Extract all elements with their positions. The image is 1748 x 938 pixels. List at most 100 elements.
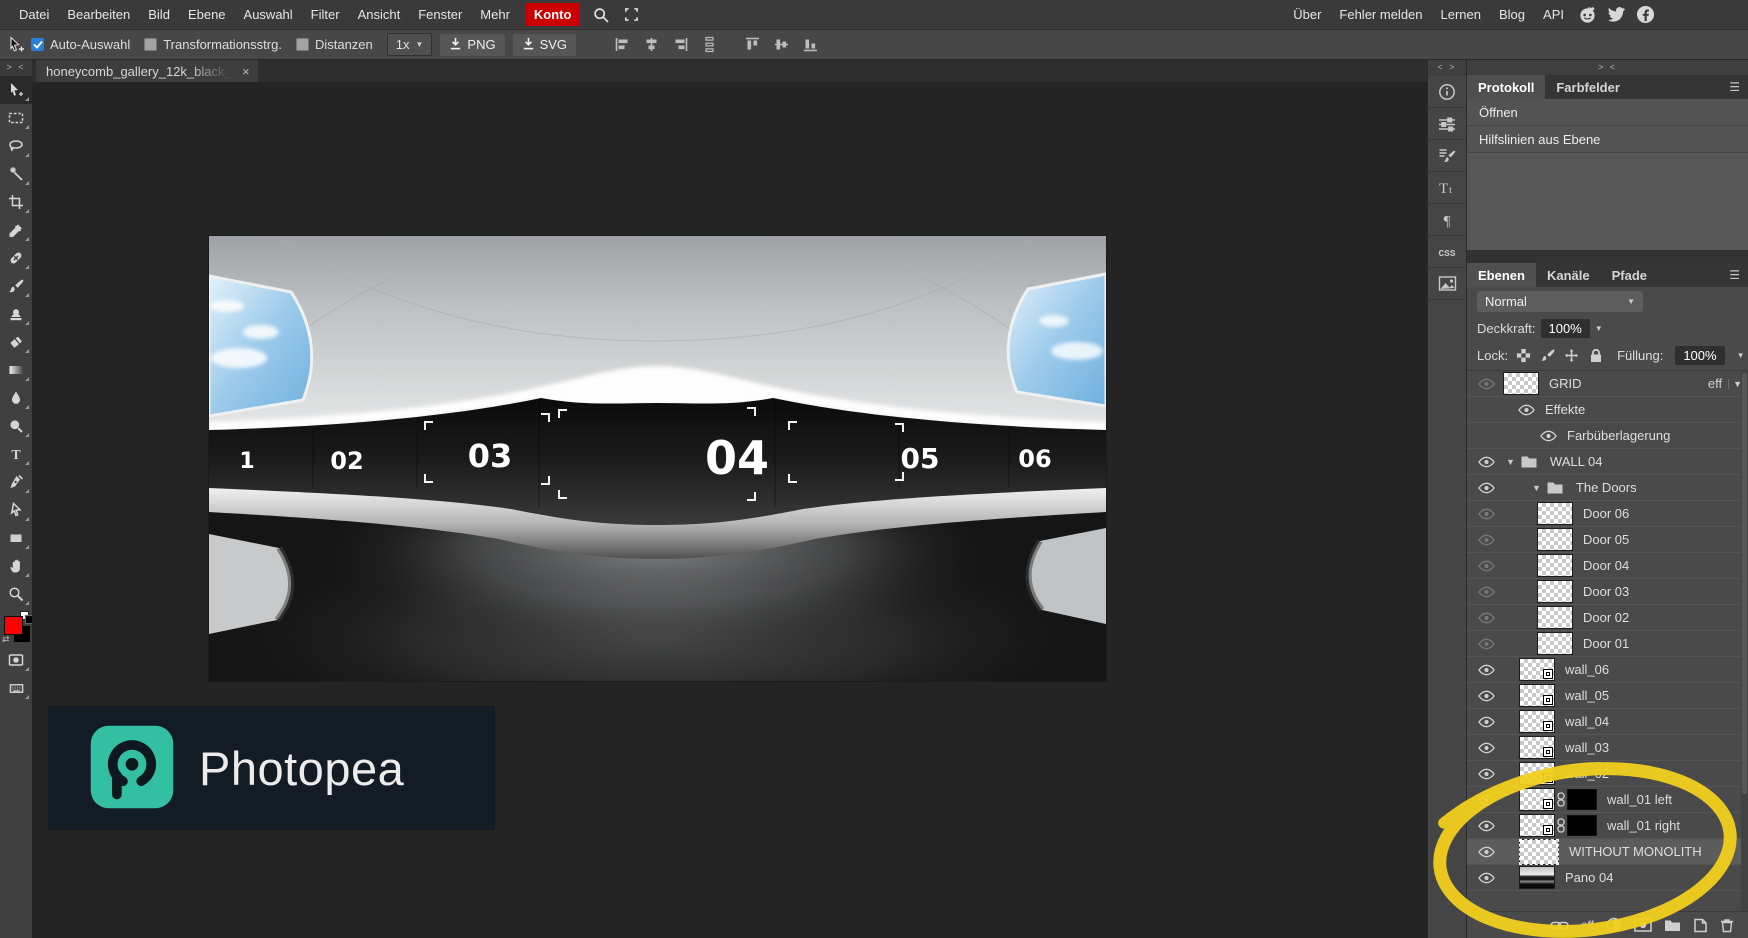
visibility-toggle[interactable] bbox=[1477, 794, 1495, 806]
align-left-icon[interactable] bbox=[614, 36, 631, 53]
fill-value[interactable]: 100% bbox=[1675, 346, 1724, 365]
hand-tool[interactable] bbox=[0, 552, 32, 580]
history-item[interactable]: Öffnen bbox=[1467, 99, 1748, 126]
export-png-button[interactable]: PNG bbox=[440, 34, 504, 56]
align-bottom-icon[interactable] bbox=[802, 36, 819, 53]
layer-row[interactable]: wall_02 bbox=[1467, 761, 1748, 787]
close-icon[interactable]: × bbox=[242, 64, 250, 79]
layer-row[interactable]: ▼The Doors bbox=[1467, 475, 1748, 501]
delete-icon[interactable] bbox=[1720, 918, 1734, 933]
visibility-toggle[interactable] bbox=[1477, 534, 1495, 546]
tab-pfade[interactable]: Pfade bbox=[1601, 263, 1658, 287]
mask-icon[interactable] bbox=[1634, 918, 1652, 932]
distribute-vertical-icon[interactable] bbox=[701, 36, 718, 53]
layer-row[interactable]: WITHOUT MONOLITH bbox=[1467, 839, 1748, 865]
effects-footer-button[interactable]: eff bbox=[1581, 918, 1594, 932]
lock-transparency-icon[interactable] bbox=[1515, 348, 1532, 363]
facebook-icon[interactable] bbox=[1636, 5, 1655, 24]
visibility-toggle[interactable] bbox=[1477, 690, 1495, 702]
menu-ansicht[interactable]: Ansicht bbox=[358, 7, 401, 22]
layer-row[interactable]: Door 06 bbox=[1467, 501, 1748, 527]
transform-controls-checkbox[interactable]: Transformationsstrg. bbox=[144, 37, 282, 52]
visibility-toggle[interactable] bbox=[1517, 404, 1535, 416]
visibility-toggle[interactable] bbox=[1477, 456, 1495, 468]
layer-thumbnail[interactable] bbox=[1537, 632, 1573, 655]
layer-row[interactable]: Door 02 bbox=[1467, 605, 1748, 631]
visibility-toggle[interactable] bbox=[1477, 768, 1495, 780]
layer-row[interactable]: Door 01 bbox=[1467, 631, 1748, 657]
zoom-tool[interactable] bbox=[0, 580, 32, 608]
history-item[interactable]: Hilfslinien aus Ebene bbox=[1467, 126, 1748, 153]
tab-protokoll[interactable]: Protokoll bbox=[1467, 75, 1545, 99]
layer-thumbnail[interactable] bbox=[1519, 658, 1555, 681]
fullscreen-icon[interactable] bbox=[621, 5, 641, 25]
layer-thumbnail[interactable] bbox=[1537, 502, 1573, 525]
foreground-color-swatch[interactable] bbox=[4, 616, 23, 635]
tab-kanaele[interactable]: Kanäle bbox=[1536, 263, 1601, 287]
lock-all-icon[interactable] bbox=[1587, 348, 1604, 363]
layer-thumbnail[interactable] bbox=[1519, 788, 1555, 811]
chevron-down-icon[interactable]: ▼ bbox=[1737, 351, 1745, 360]
blur-tool[interactable] bbox=[0, 384, 32, 412]
lock-pixels-icon[interactable] bbox=[1539, 348, 1556, 363]
document-tab[interactable]: honeycomb_gallery_12k_black_pa × bbox=[36, 60, 258, 82]
distances-checkbox[interactable]: Distanzen bbox=[296, 37, 373, 52]
expand-caret-icon[interactable]: ▼ bbox=[1506, 457, 1515, 467]
visibility-toggle[interactable] bbox=[1477, 846, 1495, 858]
menu-fenster[interactable]: Fenster bbox=[418, 7, 462, 22]
clone-stamp-tool[interactable] bbox=[0, 300, 32, 328]
layer-row[interactable]: ▼WALL 04 bbox=[1467, 449, 1748, 475]
layer-thumbnail[interactable] bbox=[1519, 684, 1555, 707]
export-svg-button[interactable]: SVG bbox=[513, 34, 576, 56]
layer-thumbnail[interactable] bbox=[1537, 528, 1573, 551]
layer-row[interactable]: wall_06 bbox=[1467, 657, 1748, 683]
toolstrip-collapse[interactable]: > < bbox=[0, 60, 32, 76]
gradient-tool[interactable] bbox=[0, 356, 32, 384]
eyedropper-tool[interactable] bbox=[0, 216, 32, 244]
layer-row[interactable]: wall_04 bbox=[1467, 709, 1748, 735]
rectangle-tool[interactable] bbox=[0, 524, 32, 552]
layer-thumbnail[interactable] bbox=[1503, 372, 1539, 395]
panel-menu-icon[interactable]: ☰ bbox=[1729, 75, 1748, 99]
layer-thumbnail[interactable] bbox=[1537, 554, 1573, 577]
info-panel-icon[interactable] bbox=[1428, 76, 1467, 108]
layer-thumbnail[interactable] bbox=[1537, 580, 1573, 603]
adjustment-icon[interactable] bbox=[1606, 917, 1622, 933]
menu-ebene[interactable]: Ebene bbox=[188, 7, 226, 22]
layer-thumbnail[interactable] bbox=[1537, 606, 1573, 629]
visibility-toggle[interactable] bbox=[1477, 508, 1495, 520]
menu-api[interactable]: API bbox=[1543, 7, 1564, 22]
menu-bearbeiten[interactable]: Bearbeiten bbox=[67, 7, 130, 22]
layer-row[interactable]: GRIDeff▼ bbox=[1467, 371, 1748, 397]
layer-row[interactable]: Pano 04 bbox=[1467, 865, 1748, 891]
eraser-tool[interactable] bbox=[0, 328, 32, 356]
menu-mehr[interactable]: Mehr bbox=[480, 7, 510, 22]
visibility-toggle[interactable] bbox=[1477, 482, 1495, 494]
align-middle-icon[interactable] bbox=[773, 36, 790, 53]
visibility-toggle[interactable] bbox=[1539, 430, 1557, 442]
quick-mask-tool[interactable] bbox=[0, 646, 32, 674]
auto-select-checkbox[interactable]: Auto-Auswahl bbox=[31, 37, 130, 52]
menu-lernen[interactable]: Lernen bbox=[1441, 7, 1481, 22]
visibility-toggle[interactable] bbox=[1477, 586, 1495, 598]
chevron-down-icon[interactable]: ▼ bbox=[1595, 324, 1603, 333]
image-panel-icon[interactable] bbox=[1428, 268, 1467, 300]
dodge-tool[interactable] bbox=[0, 412, 32, 440]
menu-ber[interactable]: Über bbox=[1293, 7, 1321, 22]
paragraph-panel-icon[interactable]: ¶ bbox=[1428, 204, 1467, 236]
reddit-icon[interactable] bbox=[1578, 5, 1597, 24]
layer-thumbnail[interactable] bbox=[1519, 866, 1555, 889]
twitter-icon[interactable] bbox=[1607, 5, 1626, 24]
panel-collapse[interactable]: > < bbox=[1467, 60, 1748, 75]
layer-thumbnail[interactable] bbox=[1519, 736, 1555, 759]
direct-select-tool[interactable] bbox=[0, 496, 32, 524]
swap-colors-icon[interactable]: ⇄ bbox=[2, 634, 10, 645]
account-button[interactable]: Konto bbox=[525, 3, 581, 26]
lock-position-icon[interactable] bbox=[1563, 348, 1580, 363]
move-tool[interactable] bbox=[0, 76, 32, 104]
layer-row[interactable]: Door 05 bbox=[1467, 527, 1748, 553]
layer-row[interactable]: Door 04 bbox=[1467, 553, 1748, 579]
marquee-tool[interactable] bbox=[0, 104, 32, 132]
adjustments-panel-icon[interactable] bbox=[1428, 108, 1467, 140]
zoom-level-dropdown[interactable]: 1x ▼ bbox=[387, 33, 433, 56]
